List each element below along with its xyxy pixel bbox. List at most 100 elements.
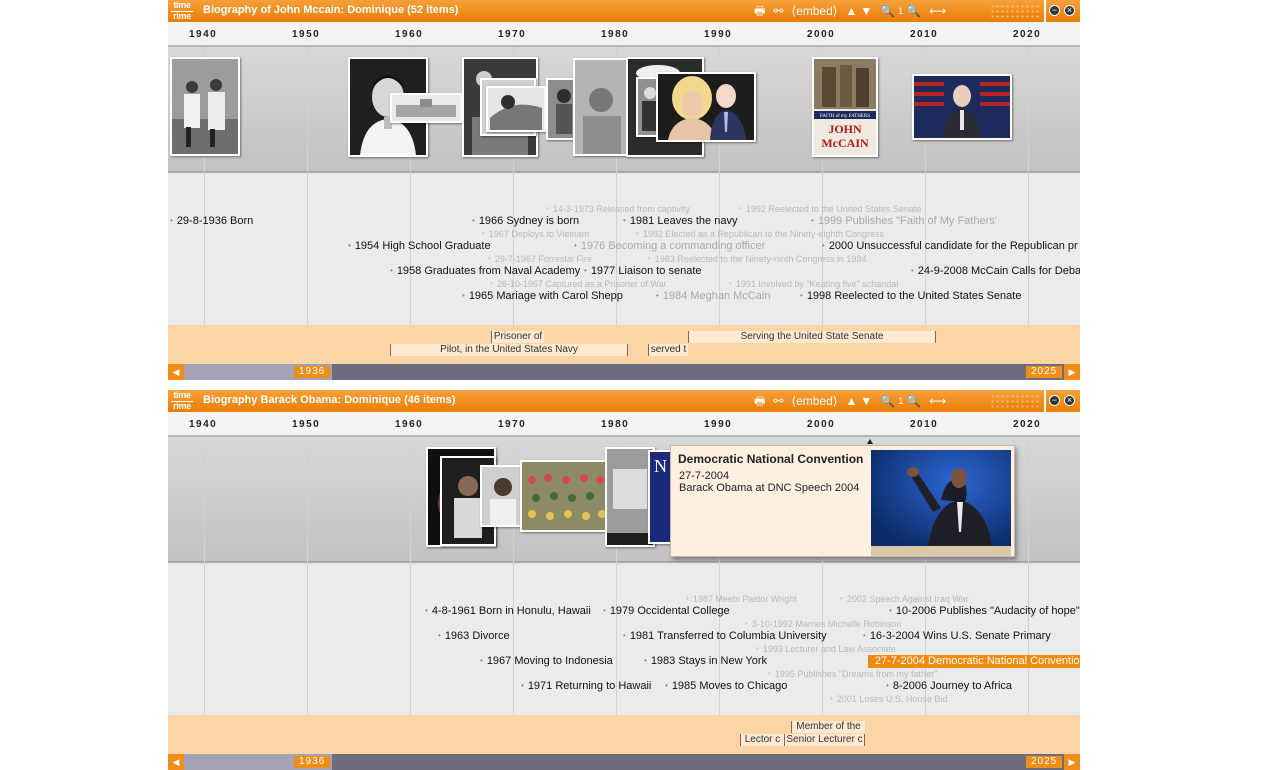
minimize-button[interactable]: − [1049,5,1060,16]
popup-title: Democratic National Convention [678,452,864,466]
event-item[interactable]: 1954 High School Graduate [348,240,491,253]
logo-bottom: rime [171,401,193,411]
photo-mccain-podium[interactable] [912,74,1012,140]
event-item[interactable]: 1979 Occidental College [603,605,730,618]
event-item[interactable]: 1985 Moves to Chicago [665,680,788,693]
link-icon[interactable]: ⚯ [773,1,783,21]
event-item[interactable]: 2001 Loses U.S. House Bid [830,693,948,706]
year-label: 1980 [601,419,630,430]
span-senior-lecturer[interactable]: Senior Lecturer c [784,734,865,746]
office-image [607,449,653,545]
span-senate[interactable]: Serving the United State Senate [688,331,936,343]
logo-top: time [173,390,191,400]
toolbar: 🖶 ⚯ ⟨embed⟩ ▲ ▼ 🔍 1 🔍 ⟷ [754,390,954,412]
move-down-icon[interactable]: ▼ [860,1,872,21]
event-item[interactable]: 1963 Divorce [438,630,510,643]
minimize-button[interactable]: − [1049,395,1060,406]
photo-faith-of-my-fathers[interactable]: FAITH of my FATHERS JOHN McCAIN [812,57,878,157]
event-item[interactable]: 29-7-1967 Forrestal Fire [488,253,592,266]
fit-width-icon[interactable]: ⟷ [929,391,946,411]
move-up-icon[interactable]: ▲ [845,1,857,21]
event-item[interactable]: 1987 Meets Pastor Wright [686,593,797,606]
fit-width-icon[interactable]: ⟷ [929,1,946,21]
event-item[interactable]: 1976 Becoming a commanding officer [574,240,765,253]
hospital-image [488,88,544,130]
zoom-out-icon[interactable]: 🔍 [906,1,921,21]
embed-button[interactable]: ⟨embed⟩ [791,391,837,411]
magazine-letter: N [654,456,667,476]
close-button[interactable]: × [1064,395,1075,406]
span-prisoner[interactable]: Prisoner of [491,331,544,343]
event-item[interactable]: 24-9-2008 McCain Calls for Deba [911,265,1080,278]
photo-meghan-and-john[interactable] [656,72,756,142]
drag-grip[interactable] [990,4,1040,18]
span-pilot[interactable]: Pilot, in the United States Navy [390,344,628,356]
event-item[interactable]: 8-2006 Journey to Africa [886,680,1012,693]
event-item[interactable]: 1984 Meghan McCain [656,290,771,303]
event-item[interactable]: 1983 Reelected to the Ninety-ninth Congr… [648,253,867,266]
photo-class[interactable] [520,460,610,532]
event-popup[interactable]: Democratic National Convention 27-7-2004… [670,445,1015,557]
year-label: 2000 [807,29,836,40]
zoom-in-icon[interactable]: 🔍 [880,391,895,411]
event-item[interactable]: 1971 Returning to Hawaii [521,680,652,693]
event-item[interactable]: 2000 Unsuccessful candidate for the Repu… [822,240,1078,253]
span-served[interactable]: served t [648,344,688,356]
scroll-start-year: 1936 [294,756,331,768]
timeline-obama[interactable]: time rime Biography Barack Obama: Domini… [168,390,1080,770]
zoom-in-icon[interactable]: 🔍 [880,1,895,21]
embed-button[interactable]: ⟨embed⟩ [791,1,837,21]
move-up-icon[interactable]: ▲ [845,391,857,411]
timerime-logo[interactable]: time rime [171,391,193,411]
photo-hospital[interactable] [486,86,546,132]
event-item[interactable]: 1966 Sydney is born [472,215,579,228]
naval-officers-image [172,59,238,154]
year-ruler[interactable]: 1940 1950 1960 1970 1980 1990 2000 2010 … [168,412,1080,437]
link-icon[interactable]: ⚯ [773,391,783,411]
event-item[interactable]: 1981 Leaves the navy [623,215,738,228]
year-label: 1960 [395,29,424,40]
gridline [204,437,205,715]
event-item[interactable]: 1965 Mariage with Carol Shepp [462,290,623,303]
photo-dnc-speech[interactable] [871,450,1011,556]
photo-naval-academy[interactable] [390,93,462,123]
event-item[interactable]: 1977 Liaison to senate [584,265,702,278]
event-item[interactable]: 1998 Reelected to the United States Sena… [800,290,1022,303]
scroll-right-arrow[interactable]: ▶ [1064,364,1080,380]
event-item[interactable]: 1999 Publishes "Faith of My Fathers' [811,215,997,228]
photo-naval-officers[interactable] [170,57,240,156]
zoom-level: 1 [898,396,904,406]
event-item[interactable]: 1967 Moving to Indonesia [480,655,613,668]
scroll-left-arrow[interactable]: ◀ [168,364,184,380]
event-item-selected[interactable]: 27-7-2004 Democratic National Conventio [868,655,1080,668]
year-label: 1960 [395,419,424,430]
timeline-title: Biography of John Mccain: Dominique (52 … [203,4,459,16]
event-item[interactable]: 1981 Transferred to Columbia University [623,630,827,643]
duration-band[interactable] [168,715,1080,754]
event-item[interactable]: 4-8-1961 Born in Honulu, Hawaii [425,605,591,618]
year-ruler[interactable]: 1940 1950 1960 1970 1980 1990 2000 2010 … [168,22,1080,47]
drag-grip[interactable] [990,394,1040,408]
timeline-mccain[interactable]: time rime Biography of John Mccain: Domi… [168,0,1080,380]
event-item[interactable]: 10-2006 Publishes "Audacity of hope" [889,605,1080,618]
gridline [1028,437,1029,715]
move-down-icon[interactable]: ▼ [860,391,872,411]
overview-scrollbar[interactable]: ◀ 1936 2025 ▶ [168,364,1080,380]
year-label: 2020 [1013,419,1042,430]
close-button[interactable]: × [1064,5,1075,16]
span-lector[interactable]: Lector c [740,734,784,746]
zoom-out-icon[interactable]: 🔍 [906,391,921,411]
event-item[interactable]: 1958 Graduates from Naval Academy [390,265,580,278]
class-image [522,462,608,530]
span-member[interactable]: Member of the [791,721,865,733]
print-icon[interactable]: 🖶 [754,1,765,21]
event-item[interactable]: 16-3-2004 Wins U.S. Senate Primary [863,630,1051,643]
event-item[interactable]: 29-8-1936 Born [170,215,253,228]
photo-navy[interactable] [573,58,628,156]
gridline [1028,47,1029,325]
timerime-logo[interactable]: time rime [171,1,193,21]
print-icon[interactable]: 🖶 [754,391,765,411]
event-item[interactable]: 1983 Stays in New York [644,655,767,668]
popup-description: Barack Obama at DNC Speech 2004 [679,482,860,494]
event-item[interactable]: 26-10-1967 Captured as a Prisoner of War [490,278,667,291]
